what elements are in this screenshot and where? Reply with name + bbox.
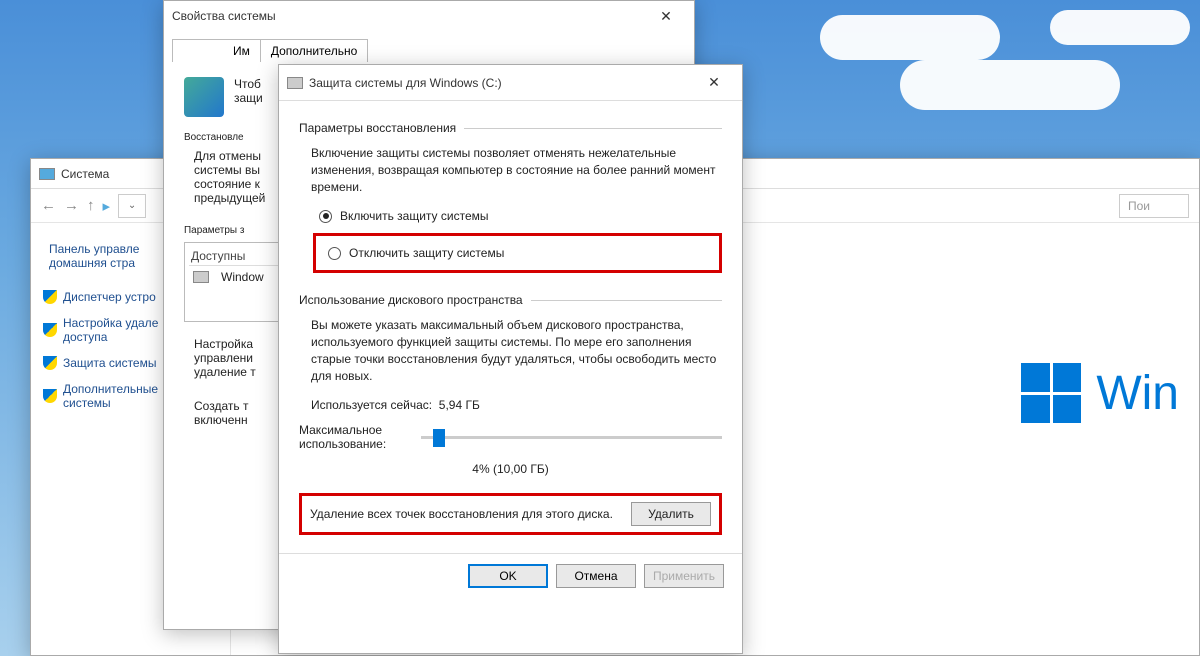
windows-logo-block: Win xyxy=(1021,363,1179,423)
highlight-disable: Отключить защиту системы xyxy=(313,233,722,273)
system-protection-icon xyxy=(184,77,224,117)
protection-intro: Включение защиты системы позволяет отмен… xyxy=(311,145,722,195)
search-input[interactable]: Пои xyxy=(1119,194,1189,218)
up-button[interactable]: ↑ xyxy=(87,197,95,214)
radio-enable-protection[interactable]: Включить защиту системы xyxy=(299,205,722,227)
windows-text: Win xyxy=(1096,366,1179,421)
shield-icon xyxy=(43,290,57,304)
ok-button[interactable]: OK xyxy=(468,564,548,588)
radio-icon xyxy=(328,247,341,260)
windows-logo-icon xyxy=(1021,363,1081,423)
radio-icon xyxy=(319,210,332,223)
computer-icon xyxy=(39,168,55,180)
shield-icon xyxy=(43,389,57,403)
shield-icon xyxy=(43,323,57,337)
delete-button[interactable]: Удалить xyxy=(631,502,711,526)
slider-thumb[interactable] xyxy=(433,429,445,447)
breadcrumb-icon: ▸ xyxy=(103,197,111,215)
drive-icon xyxy=(193,271,209,283)
system-protection-dialog: Защита системы для Windows (C:) ✕ Параме… xyxy=(278,64,743,654)
max-usage-label: Максимальное использование: xyxy=(299,423,409,451)
max-usage-slider[interactable] xyxy=(421,436,722,439)
back-button[interactable]: ← xyxy=(41,197,56,214)
props-titlebar: Свойства системы ✕ xyxy=(164,1,694,31)
drive-icon xyxy=(287,77,303,89)
tab-name[interactable]: Им xyxy=(172,39,260,62)
restore-params-label: Параметры восстановления xyxy=(299,121,456,135)
close-button[interactable]: ✕ xyxy=(694,74,734,91)
highlight-delete: Удаление всех точек восстановления для э… xyxy=(299,493,722,535)
forward-button[interactable]: → xyxy=(64,197,79,214)
used-value: 5,94 ГБ xyxy=(439,398,480,412)
slider-value: 4% (10,00 ГБ) xyxy=(299,461,722,478)
protect-titlebar: Защита системы для Windows (C:) ✕ xyxy=(279,65,742,101)
used-label: Используется сейчас: xyxy=(311,398,432,412)
props-tabs: Им Дополнительно xyxy=(164,31,694,62)
props-desc: Чтоб защи xyxy=(234,77,263,117)
disk-usage-desc: Вы можете указать максимальный объем дис… xyxy=(311,317,722,384)
cancel-button[interactable]: Отмена xyxy=(556,564,636,588)
close-button[interactable]: ✕ xyxy=(646,8,686,25)
apply-button[interactable]: Применить xyxy=(644,564,724,588)
radio-disable-protection[interactable]: Отключить защиту системы xyxy=(324,242,711,264)
dialog-buttons: OK Отмена Применить xyxy=(279,553,742,598)
delete-restore-points-text: Удаление всех точек восстановления для э… xyxy=(310,507,621,521)
tab-advanced[interactable]: Дополнительно xyxy=(260,39,368,62)
props-title: Свойства системы xyxy=(172,9,646,23)
disk-usage-label: Использование дискового пространства xyxy=(299,293,523,307)
protect-title: Защита системы для Windows (C:) xyxy=(309,76,694,90)
shield-icon xyxy=(43,356,57,370)
breadcrumb-dropdown[interactable]: ⌄ xyxy=(118,194,146,218)
